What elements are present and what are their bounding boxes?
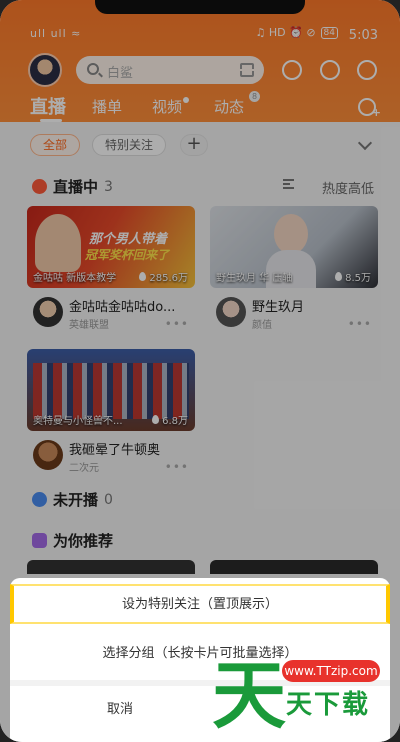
phone-screen: ull ull ≈ ♫ HD ⏰ ⊘ 84 5:03 白鲨 直播 播单 视频 动… <box>0 0 400 742</box>
watermark-url: www.TTzip.com <box>282 660 380 682</box>
set-special-follow-option[interactable]: 设为特别关注（置顶展示） <box>10 584 390 624</box>
watermark-logo: 天 <box>212 653 286 739</box>
watermark-text: 天下载 <box>286 690 371 720</box>
